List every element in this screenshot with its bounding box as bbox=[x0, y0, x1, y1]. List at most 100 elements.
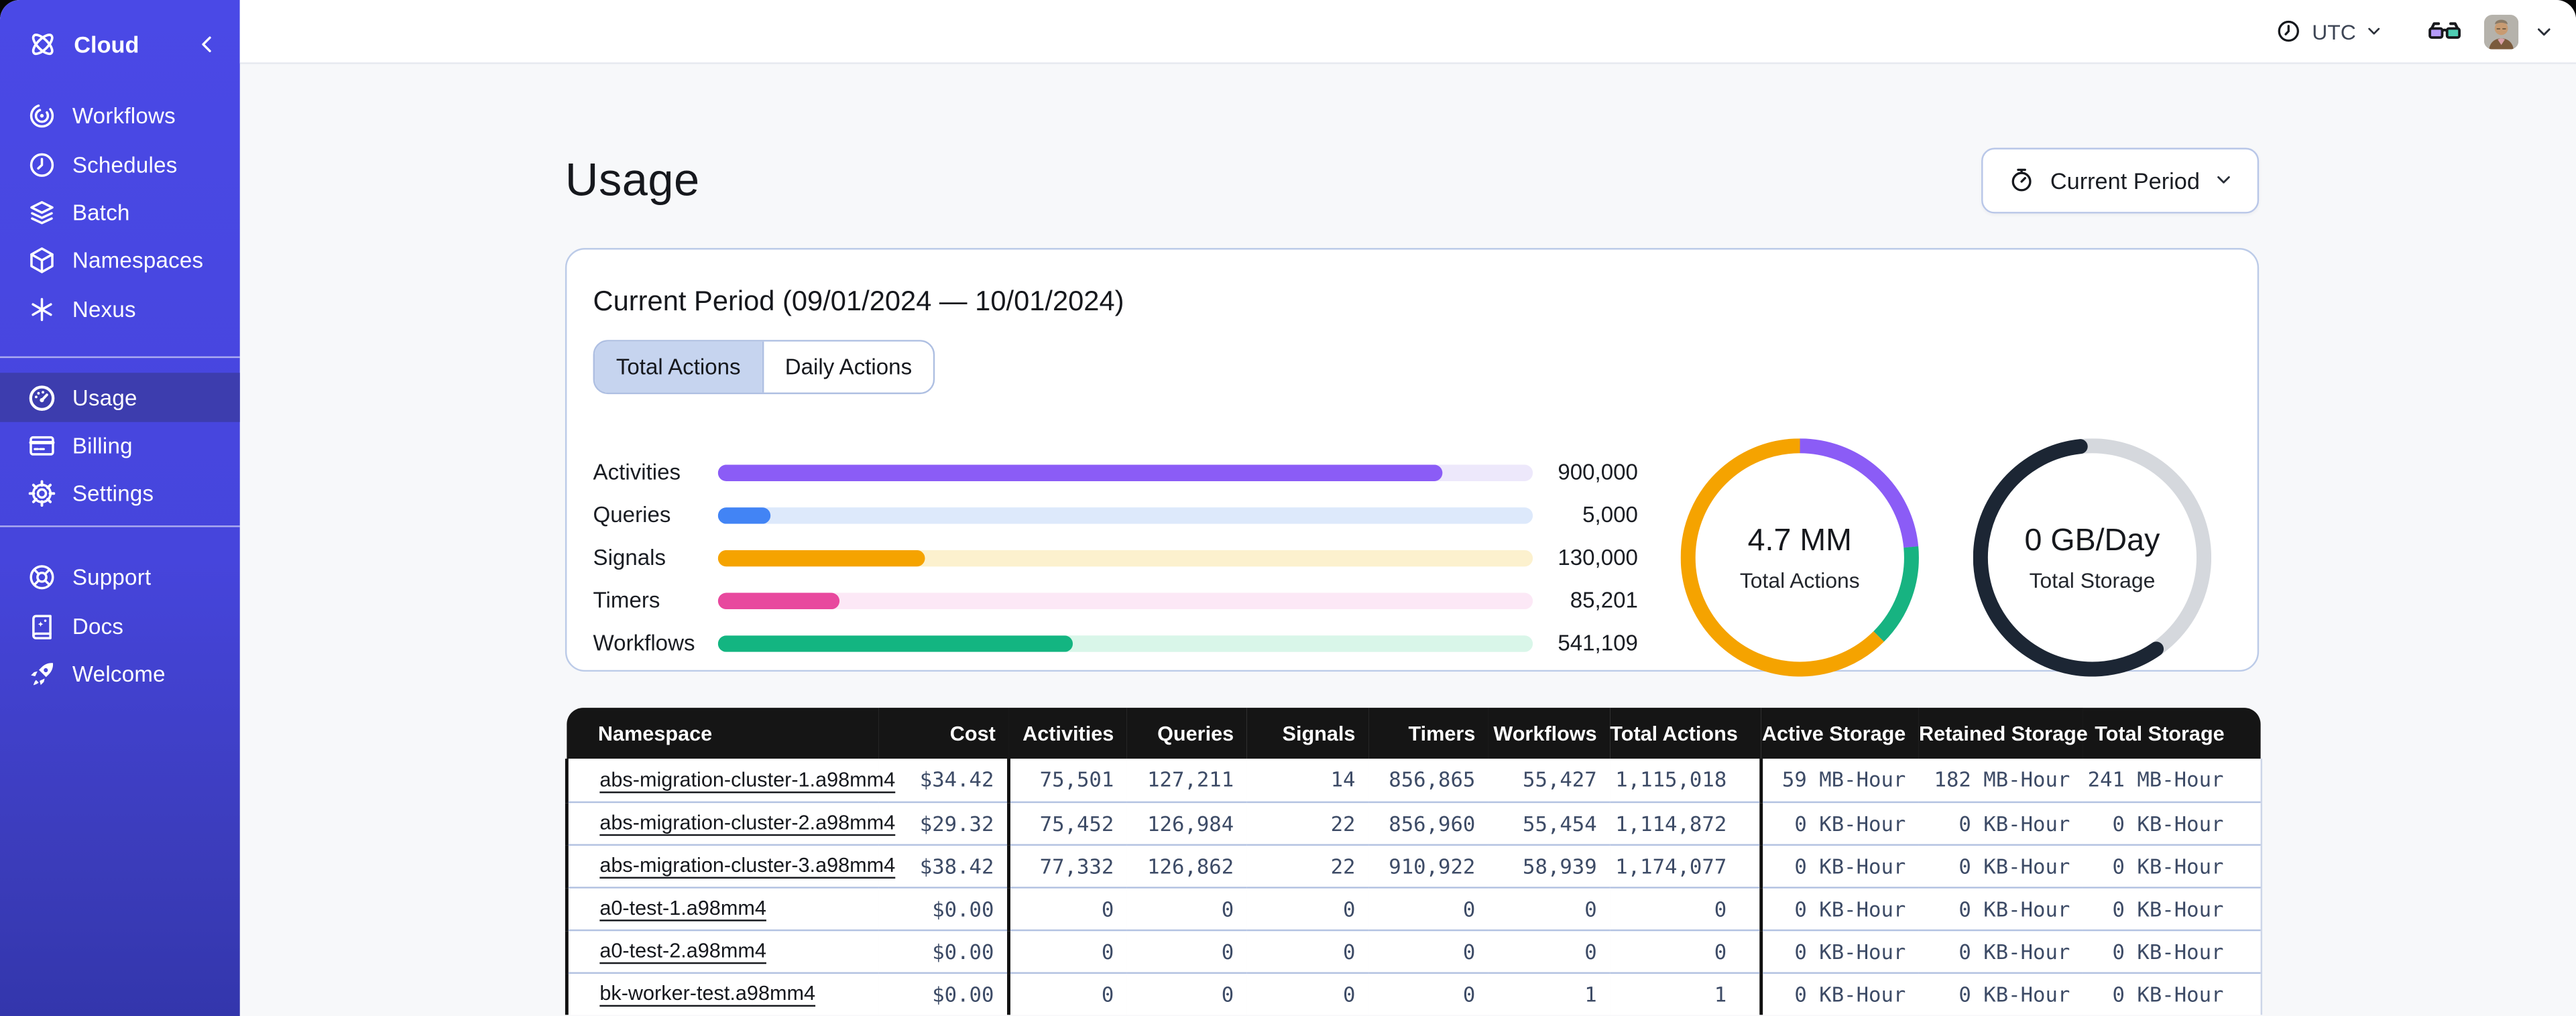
sidebar: Cloud Workflows Schedules Batch Namespaces N… bbox=[0, 0, 240, 1016]
usage-icon bbox=[26, 382, 58, 414]
sidebar-item-label: Billing bbox=[72, 433, 133, 458]
table-cell: 0 bbox=[1368, 928, 1488, 972]
table-cell: 0 bbox=[1610, 885, 1763, 930]
table-header-cell: Queries bbox=[1126, 708, 1247, 759]
period-dropdown-button[interactable]: Current Period bbox=[1981, 147, 2260, 213]
bar-track bbox=[717, 592, 1533, 609]
sidebar-item-label: Docs bbox=[72, 613, 124, 639]
table-cell: 0 KB-Hour bbox=[2083, 800, 2262, 844]
namespace-cell: a0-test-1.a98mm4 bbox=[565, 885, 879, 930]
table-cell: 182 MB-Hour bbox=[1918, 759, 2083, 802]
bar-label: Workflows bbox=[593, 630, 695, 655]
nexus-icon bbox=[26, 294, 58, 325]
bar-label: Timers bbox=[593, 588, 660, 613]
table-cell: 0 bbox=[1126, 928, 1247, 972]
sidebar-item-batch[interactable]: Batch bbox=[0, 188, 240, 237]
table-cell: 0 KB-Hour bbox=[2083, 971, 2262, 1015]
bar-value: 130,000 bbox=[1558, 545, 1638, 570]
namespace-link[interactable]: bk-worker-test.a98mm4 bbox=[599, 982, 815, 1005]
table-cell: 0 KB-Hour bbox=[1918, 843, 2083, 887]
bar-fill bbox=[717, 635, 1073, 651]
table-cell: 0 bbox=[1368, 971, 1488, 1015]
namespace-link[interactable]: abs-migration-cluster-1.a98mm4 bbox=[599, 768, 895, 791]
table-header: Namespace Cost Activities Queries Signals Tim… bbox=[567, 708, 2261, 759]
namespace-link[interactable]: a0-test-2.a98mm4 bbox=[599, 940, 766, 962]
brand-label: Cloud bbox=[74, 30, 139, 57]
action-type-bar-chart: Activities 900,000 Queries 5,000 Signals 130,… bbox=[593, 451, 1638, 665]
table-cell: 0 KB-Hour bbox=[1918, 800, 2083, 844]
table-cell: 910,922 bbox=[1368, 843, 1488, 887]
table-cell: 0 bbox=[1610, 928, 1763, 972]
table-cell: 0 KB-Hour bbox=[1918, 971, 2083, 1015]
table-cell: 1,114,872 bbox=[1610, 800, 1763, 844]
sidebar-item-label: Usage bbox=[72, 385, 137, 410]
table-cell: 0 KB-Hour bbox=[1761, 971, 1919, 1015]
table-cell: 856,865 bbox=[1368, 759, 1488, 802]
table-cell: 0 bbox=[1246, 971, 1369, 1015]
namespace-cell: bk-worker-test.a98mm4 bbox=[565, 971, 879, 1015]
sidebar-item-namespaces[interactable]: Namespaces bbox=[0, 237, 240, 285]
bar-value: 5,000 bbox=[1582, 502, 1638, 527]
table-header-cell: Active Storage bbox=[1761, 708, 1919, 759]
labs-glasses-icon[interactable] bbox=[2426, 13, 2463, 50]
bar-row-activities: Activities 900,000 bbox=[593, 451, 1638, 494]
namespace-cell: abs-migration-cluster-1.a98mm4 bbox=[565, 759, 895, 802]
table-cell: 0 KB-Hour bbox=[1761, 843, 1919, 887]
main-area: UTC Usage Current Period Current Period … bbox=[239, 0, 2576, 1016]
sidebar-nav-footer: Support Docs Welcome bbox=[0, 554, 240, 698]
table-row: a0-test-1.a98mm4 $0.00 0 0 0 0 0 0 0 KB-Hour 0 KB… bbox=[565, 885, 2262, 930]
topbar: UTC bbox=[239, 0, 2576, 64]
table-row: abs-migration-cluster-3.a98mm4 $38.42 77,3… bbox=[565, 843, 2262, 887]
table-cell: 0 bbox=[1008, 971, 1127, 1015]
namespace-link[interactable]: abs-migration-cluster-3.a98mm4 bbox=[599, 854, 895, 877]
namespace-link[interactable]: a0-test-1.a98mm4 bbox=[599, 897, 766, 919]
table-cell: 0 KB-Hour bbox=[1761, 800, 1919, 844]
bar-label: Signals bbox=[593, 545, 666, 570]
app-window: Cloud Workflows Schedules Batch Namespaces N… bbox=[0, 0, 2576, 1016]
actions-tab-group: Total Actions Daily Actions bbox=[593, 340, 935, 395]
sidebar-item-schedules[interactable]: Schedules bbox=[0, 140, 240, 188]
table-cell: 126,984 bbox=[1126, 800, 1247, 844]
table-cell: 75,452 bbox=[1008, 800, 1127, 844]
sidebar-collapse-button[interactable] bbox=[196, 32, 219, 55]
sidebar-item-welcome[interactable]: Welcome bbox=[0, 650, 240, 698]
sidebar-item-label: Support bbox=[72, 565, 152, 590]
table-cell: 0 KB-Hour bbox=[1918, 928, 2083, 972]
sidebar-item-docs[interactable]: Docs bbox=[0, 602, 240, 650]
sidebar-brand[interactable]: Cloud bbox=[0, 19, 240, 67]
settings-icon bbox=[26, 479, 58, 510]
table-row: abs-migration-cluster-2.a98mm4 $29.32 75,4… bbox=[565, 800, 2262, 844]
table-cell: 75,501 bbox=[1008, 759, 1127, 802]
user-menu-chevron-down-icon[interactable] bbox=[2535, 22, 2553, 40]
timezone-selector[interactable]: UTC bbox=[2276, 18, 2382, 44]
tab-daily-actions[interactable]: Daily Actions bbox=[762, 341, 933, 393]
schedules-icon bbox=[26, 149, 58, 180]
bar-label: Queries bbox=[593, 502, 671, 527]
namespace-cell: abs-migration-cluster-2.a98mm4 bbox=[565, 800, 895, 844]
bar-row-timers: Timers 85,201 bbox=[593, 579, 1638, 622]
table-cell: 0 bbox=[1008, 928, 1127, 972]
tab-total-actions[interactable]: Total Actions bbox=[595, 341, 762, 393]
sidebar-item-settings[interactable]: Settings bbox=[0, 470, 240, 518]
table-cell: 58,939 bbox=[1488, 843, 1611, 887]
table-cell: 0 KB-Hour bbox=[2083, 928, 2262, 972]
table-row: bk-worker-test.a98mm4 $0.00 0 0 0 0 1 1 0 KB-Hou… bbox=[565, 971, 2262, 1015]
sidebar-item-nexus[interactable]: Nexus bbox=[0, 285, 240, 333]
bar-value: 900,000 bbox=[1558, 460, 1638, 485]
usage-charts: Activities 900,000 Queries 5,000 Signals 130,… bbox=[593, 438, 2231, 677]
docs-icon bbox=[26, 611, 58, 642]
sidebar-item-billing[interactable]: Billing bbox=[0, 422, 240, 470]
sidebar-item-workflows[interactable]: Workflows bbox=[0, 92, 240, 140]
support-icon bbox=[26, 562, 58, 594]
user-avatar[interactable] bbox=[2483, 13, 2519, 49]
table-row: abs-migration-cluster-1.a98mm4 $34.42 75,5… bbox=[565, 759, 2262, 802]
table-cell: $0.00 bbox=[878, 928, 1010, 972]
usage-summary-card: Current Period (09/01/2024 — 10/01/2024)… bbox=[565, 247, 2260, 677]
sidebar-item-usage[interactable]: Usage bbox=[0, 373, 240, 422]
table-cell: 126,862 bbox=[1126, 843, 1247, 887]
namespace-link[interactable]: abs-migration-cluster-2.a98mm4 bbox=[599, 811, 895, 834]
sidebar-item-support[interactable]: Support bbox=[0, 554, 240, 602]
table-header-cell: Retained Storage bbox=[1918, 708, 2088, 759]
table-cell: 241 MB-Hour bbox=[2083, 759, 2262, 802]
table-header-cell: Total Actions bbox=[1610, 708, 1761, 759]
